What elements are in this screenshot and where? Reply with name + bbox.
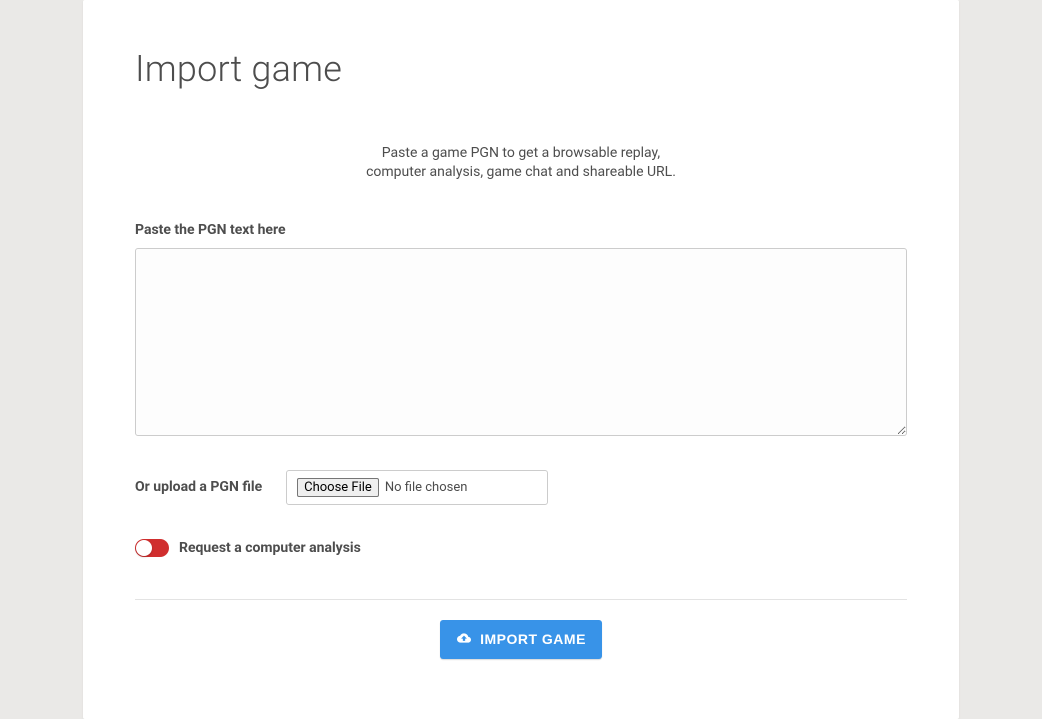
analysis-row: Request a computer analysis: [135, 539, 907, 557]
analysis-label: Request a computer analysis: [179, 540, 361, 556]
upload-row: Or upload a PGN file Choose File No file…: [135, 470, 907, 505]
cloud-upload-icon: [456, 631, 472, 648]
analysis-toggle[interactable]: [135, 539, 169, 557]
import-game-card: Import game Paste a game PGN to get a br…: [83, 0, 959, 719]
divider: [135, 599, 907, 600]
description-line-2: computer analysis, game chat and shareab…: [366, 164, 676, 180]
pgn-text-label: Paste the PGN text here: [135, 222, 907, 238]
pgn-textarea[interactable]: [135, 248, 907, 436]
choose-file-button[interactable]: Choose File: [297, 478, 379, 497]
file-input-wrap[interactable]: Choose File No file chosen: [286, 470, 548, 505]
upload-label: Or upload a PGN file: [135, 479, 262, 495]
import-game-button[interactable]: Import Game: [440, 620, 602, 659]
page-title: Import game: [135, 48, 907, 90]
description-line-1: Paste a game PGN to get a browsable repl…: [382, 145, 660, 161]
toggle-knob: [136, 540, 152, 556]
pgn-text-group: Paste the PGN text here: [135, 222, 907, 440]
file-status-text: No file chosen: [385, 480, 468, 495]
submit-row: Import Game: [135, 620, 907, 659]
description-block: Paste a game PGN to get a browsable repl…: [135, 144, 907, 182]
import-game-button-label: Import Game: [480, 631, 586, 647]
